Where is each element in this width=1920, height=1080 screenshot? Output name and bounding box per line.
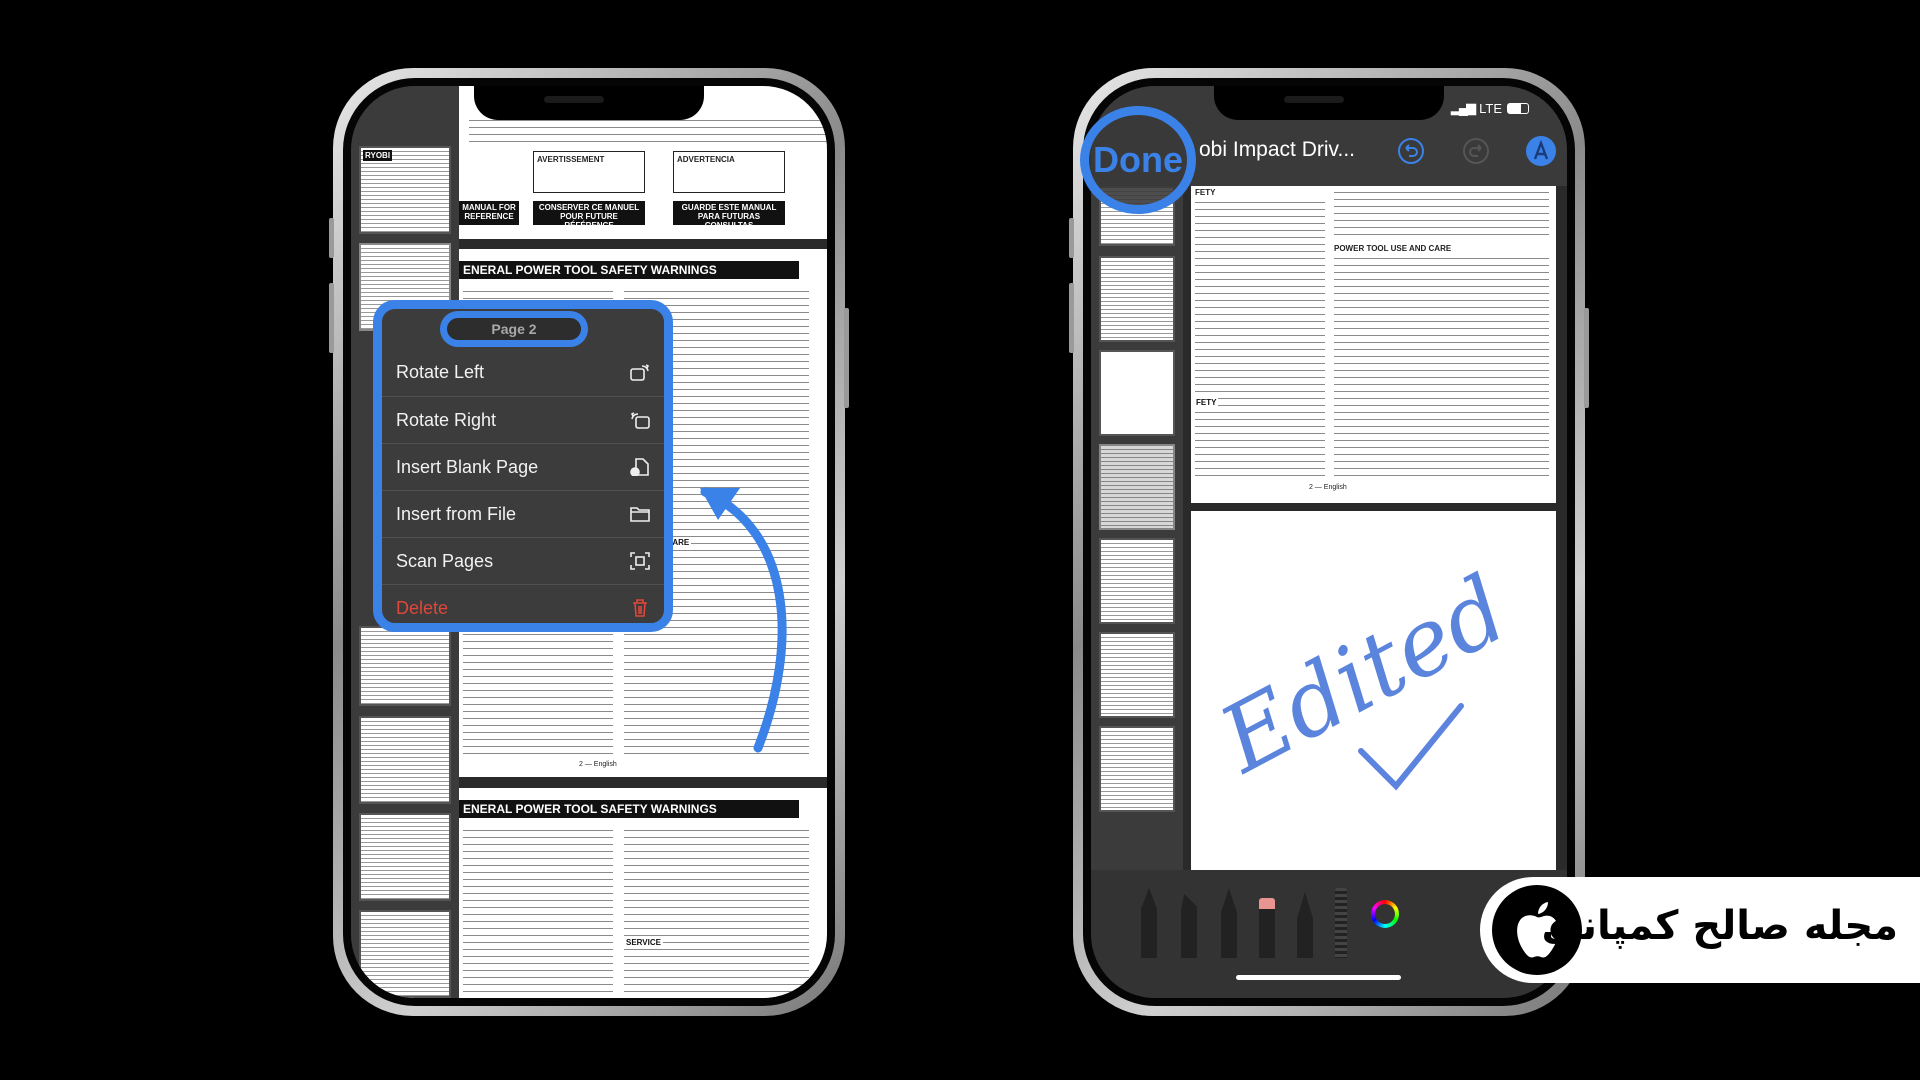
color-picker-icon[interactable]: [1371, 900, 1399, 928]
redo-icon[interactable]: [1461, 136, 1491, 166]
right-screen: ▂▄▆ LTE obi Impact Driv... FETY FETY POW…: [1091, 86, 1567, 998]
annotation-arrow-left: [700, 487, 787, 753]
network-label: LTE: [1479, 100, 1502, 116]
notch: [474, 86, 704, 120]
status-bar: ▂▄▆ LTE: [1451, 100, 1529, 116]
notch: [1214, 86, 1444, 120]
document-title: obi Impact Driv...: [1199, 138, 1355, 161]
section-subheading-2: FETY: [1194, 398, 1219, 407]
eraser-tool[interactable]: [1259, 898, 1275, 958]
checkmark-annotation: [1358, 703, 1464, 791]
ruler-tool[interactable]: [1335, 888, 1347, 958]
lasso-tool[interactable]: [1297, 892, 1313, 958]
undo-icon[interactable]: [1396, 136, 1426, 166]
markup-icon[interactable]: [1524, 134, 1558, 168]
home-indicator: [1236, 975, 1401, 980]
page-thumbnails[interactable]: [1091, 186, 1183, 870]
thumbnail-4-selected[interactable]: [1099, 444, 1175, 530]
document-page: FETY FETY POWER TOOL USE AND CARE 2 — En…: [1191, 186, 1556, 503]
done-button[interactable]: Done: [1080, 106, 1196, 214]
marker-tool[interactable]: [1181, 894, 1197, 958]
pen-tool[interactable]: [1141, 888, 1157, 958]
thumbnail-3[interactable]: [1099, 350, 1175, 436]
annotated-blank-page[interactable]: Edited: [1191, 511, 1556, 876]
watermark-text: مجله صالح کمپانی: [1541, 903, 1898, 949]
done-label: Done: [1093, 139, 1183, 180]
signal-icon: ▂▄▆: [1450, 100, 1476, 115]
thumbnail-5[interactable]: [1099, 538, 1175, 624]
thumbnail-2[interactable]: [1099, 256, 1175, 342]
battery-icon: [1507, 102, 1529, 114]
section-subheading: POWER TOOL USE AND CARE: [1334, 244, 1452, 253]
thumbnail-6[interactable]: [1099, 632, 1175, 718]
section-heading: FETY: [1195, 188, 1216, 197]
pencil-tool[interactable]: [1221, 888, 1237, 958]
page-footer: 2 — English: [1309, 484, 1347, 491]
thumbnail-7[interactable]: [1099, 726, 1175, 812]
watermark-badge: مجله صالح کمپانی: [1480, 877, 1920, 983]
